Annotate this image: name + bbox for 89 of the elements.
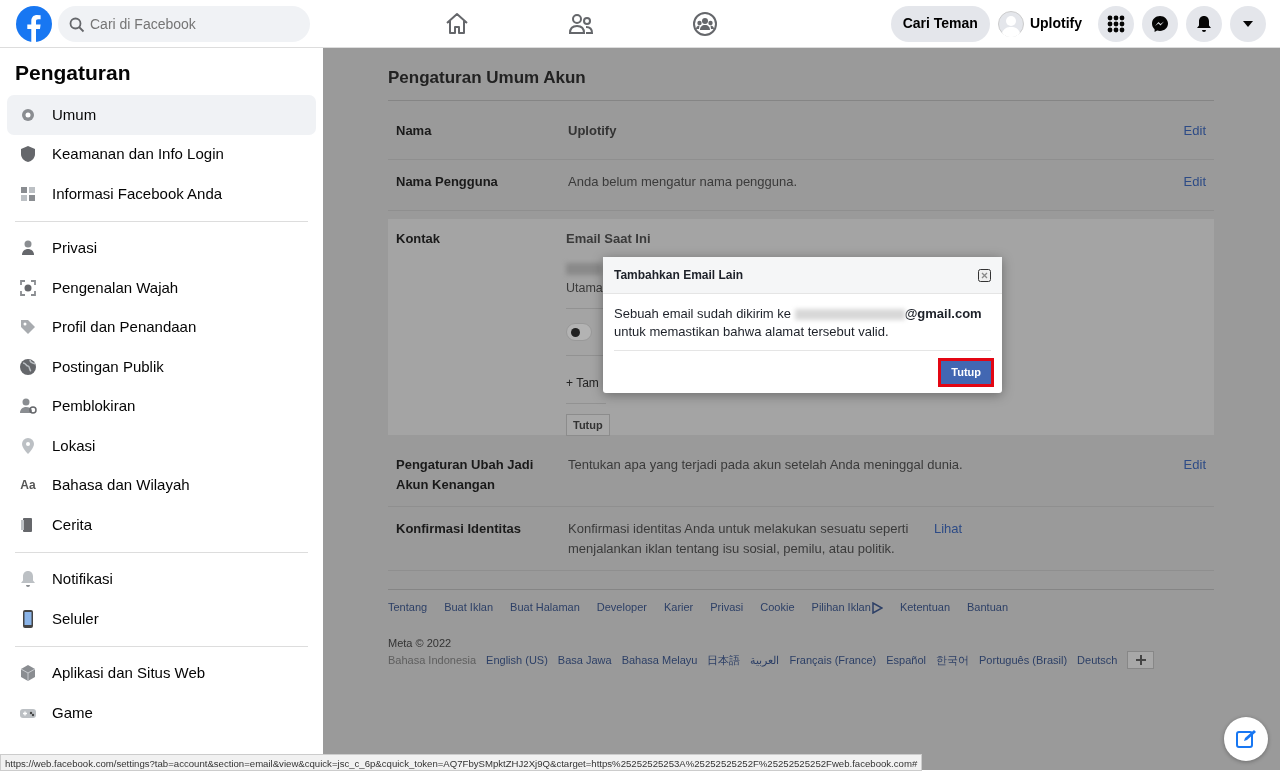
sidebar-item[interactable]: Notifikasi (7, 559, 316, 600)
language-link[interactable]: Español (886, 652, 927, 669)
setting-icon (18, 356, 38, 377)
language-link[interactable]: العربية (750, 652, 780, 669)
group-icon[interactable] (692, 10, 718, 37)
setting-label: Konfirmasi Identitas (396, 520, 522, 539)
toggle-switch[interactable] (566, 323, 592, 342)
sidebar-item[interactable]: Keamanan dan Info Login (7, 134, 316, 175)
language-link[interactable]: Basa Jawa (557, 652, 612, 669)
sidebar-item[interactable]: Postingan Publik (7, 347, 316, 387)
language-link[interactable]: Français (France) (789, 652, 877, 669)
email-note: Utama (566, 280, 603, 298)
footer-link[interactable]: Tentang (388, 599, 428, 616)
sidebar-item[interactable]: Umum (7, 95, 316, 135)
setting-label: Kontak (396, 230, 442, 249)
notifications-icon (1194, 13, 1214, 34)
profile-button[interactable]: Uplotify (997, 10, 1082, 37)
setting-icon (18, 144, 38, 165)
home-icon[interactable] (444, 10, 470, 37)
language-icon: Aa (18, 476, 38, 495)
pencil-icon (1235, 728, 1257, 750)
copyright-text: Meta © 2022 (388, 635, 453, 651)
setting-value: Anda belum mengatur nama pengguna. (568, 173, 799, 192)
footer-link[interactable]: Ketentuan (899, 599, 951, 616)
menu-button[interactable] (1098, 5, 1134, 42)
sidebar-item[interactable]: Privasi (7, 228, 316, 269)
plus-icon (1134, 654, 1147, 667)
edit-link[interactable]: Edit (1183, 121, 1206, 148)
footer-link[interactable]: Bantuan (967, 599, 1008, 616)
sidebar-item[interactable]: Informasi Facebook Anda (7, 174, 316, 214)
footer-link[interactable]: Pilihan Iklan (811, 599, 883, 616)
setting-value: Uplotify (568, 122, 618, 141)
sidebar-title: Pengaturan (14, 60, 132, 86)
sidebar-item[interactable]: Pengenalan Wajah (7, 268, 316, 308)
setting-icon (18, 277, 38, 298)
footer-link[interactable]: Privasi (710, 599, 744, 616)
setting-icon (18, 663, 38, 684)
setting-label: Nama Pengguna (396, 173, 499, 192)
messenger-icon (1150, 13, 1170, 34)
sidebar-item[interactable]: Lokasi (7, 426, 316, 466)
close-button[interactable] (978, 268, 991, 282)
footer-link[interactable]: Buat Iklan (444, 599, 494, 616)
footer-link[interactable]: Developer (596, 599, 647, 616)
setting-label: Pengaturan Ubah Jadi Akun Kenangan (396, 456, 535, 494)
sidebar-item[interactable]: Game (7, 693, 316, 733)
setting-icon (18, 396, 38, 417)
logo-icon[interactable] (14, 3, 54, 44)
add-email-link[interactable]: + Tam (566, 374, 599, 393)
language-link[interactable]: Deutsch (1077, 652, 1118, 669)
close-button[interactable]: Tutup (566, 413, 610, 437)
language-link[interactable]: 日本語 (707, 652, 741, 669)
language-link[interactable]: English (US) (486, 652, 548, 669)
dialog-title: Tambahkan Email Lain (614, 267, 744, 284)
menu-icon (1106, 13, 1126, 34)
page-title: Pengaturan Umum Akun (388, 68, 1214, 102)
close-button[interactable]: Tutup (941, 361, 991, 384)
language-link[interactable]: 한국어 (936, 652, 970, 669)
sidebar-item[interactable]: Seluler (7, 599, 316, 639)
edit-link[interactable]: Edit (1183, 172, 1206, 199)
edit-link[interactable]: Lihat (934, 519, 963, 559)
section-heading: Email Saat Ini (566, 230, 652, 249)
close-icon (978, 268, 991, 282)
status-url: https://web.facebook.com/settings?tab=account&section=email&view&cquick=jsc_c_6p&cquick_token=AQ7FbySMpktZHJ2Xj9Q&ctarget=https%25252525253A%25252525252F%25252525252Fweb.facebook.com# (0, 754, 923, 771)
setting-icon (18, 569, 38, 590)
find-friends-button[interactable]: Cari Teman (890, 5, 990, 42)
setting-label: Nama (396, 122, 433, 141)
sidebar-item[interactable]: Profil dan Penandaan (7, 307, 316, 348)
redacted-text (566, 262, 602, 275)
search-field[interactable]: Cari di Facebook (58, 5, 310, 42)
setting-value: Konfirmasi identitas Anda untuk melakukan sesuatu seperti menjalankan iklan tentang isu sosial, pemilu, atau politik. (568, 520, 910, 558)
edit-link[interactable]: Edit (1183, 455, 1206, 495)
avatar-icon (997, 10, 1024, 37)
sidebar-item[interactable]: Cerita (7, 505, 316, 545)
footer-link[interactable]: Karier (663, 599, 694, 616)
footer-link[interactable]: Buat Halaman (510, 599, 580, 616)
more-languages-button[interactable] (1127, 651, 1155, 670)
footer-link[interactable]: Cookie (760, 599, 795, 616)
language-link[interactable]: Português (Brasil) (979, 652, 1068, 669)
messenger-button[interactable] (1142, 5, 1178, 42)
setting-value: Tentukan apa yang terjadi pada akun setelah Anda meninggal dunia. (568, 456, 964, 475)
language-link[interactable]: Bahasa Indonesia (388, 652, 477, 669)
language-link[interactable]: Bahasa Melayu (621, 652, 698, 669)
sidebar-item[interactable]: Pemblokiran (7, 386, 316, 427)
sidebar-item[interactable]: Aa Bahasa dan Wilayah (7, 465, 316, 506)
account-button[interactable] (1230, 5, 1266, 42)
sidebar-item[interactable]: Aplikasi dan Situs Web (7, 653, 316, 694)
dialog-message: Sebuah email sudah dikirim ke @gmail.com untuk memastikan bahwa alamat tersebut valid. (614, 305, 983, 341)
notifications-button[interactable] (1186, 5, 1222, 42)
caret-icon (1243, 20, 1253, 27)
